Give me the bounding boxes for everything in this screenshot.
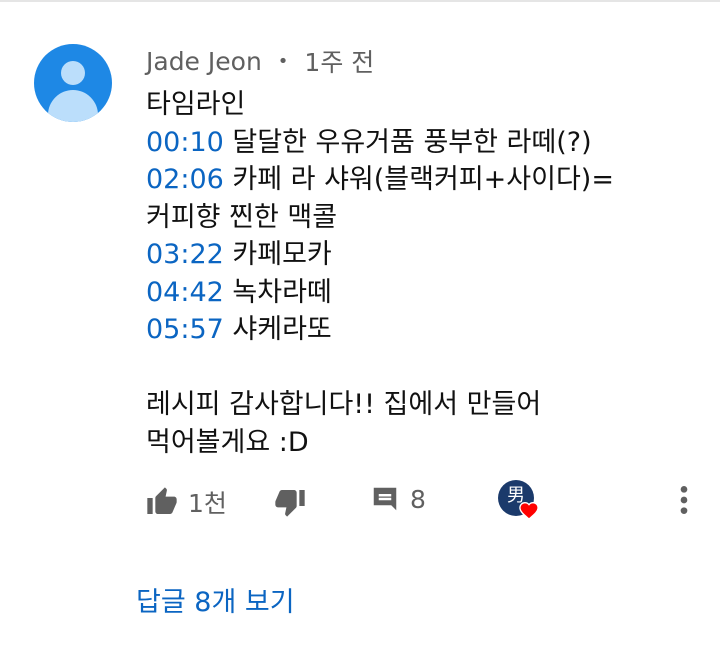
- dislike-button[interactable]: [274, 486, 306, 518]
- comment-header: Jade Jeon • 1주 전: [146, 44, 374, 78]
- author-name[interactable]: Jade Jeon: [146, 47, 262, 76]
- like-count: 1천: [188, 489, 227, 518]
- more-vert-icon: [680, 486, 688, 514]
- timestamp-link[interactable]: 05:57: [146, 314, 224, 345]
- avatar[interactable]: [34, 44, 112, 122]
- creator-heart: 男: [498, 480, 542, 520]
- timestamp-link[interactable]: 03:22: [146, 239, 224, 270]
- comment-line: 커피향 찐한 맥콜: [146, 201, 338, 233]
- comment-actions: 1천 8 男: [146, 480, 706, 520]
- thumbs-down-icon: [275, 490, 305, 517]
- comment-thread: Jade Jeon • 1주 전 타임라인 00:10 달달한 우유거품 풍부한…: [0, 0, 720, 646]
- more-options-button[interactable]: [676, 484, 692, 520]
- comment-time: 1주 전: [304, 48, 375, 77]
- reply-button[interactable]: 8: [370, 484, 426, 514]
- creator-heart-icon: [519, 502, 539, 520]
- comment-line: 00:10 달달한 우유거품 풍부한 라떼(?): [146, 126, 592, 158]
- reply-count: 8: [410, 484, 426, 514]
- timestamp-link[interactable]: 00:10: [146, 127, 224, 158]
- view-replies-link[interactable]: 답글 8개 보기: [136, 580, 295, 619]
- comment-line: 02:06 카페 라 샤워(블랙커피+사이다)=: [146, 164, 614, 195]
- comment-line: 타임라인: [146, 89, 246, 120]
- comment-body: 타임라인 00:10 달달한 우유거품 풍부한 라떼(?) 02:06 카페 라…: [146, 86, 686, 461]
- comment-line: 먹어볼게요 :D: [146, 426, 309, 458]
- reply-icon: [373, 487, 397, 511]
- timestamp-link[interactable]: 02:06: [146, 164, 224, 195]
- comment-line: 04:42 녹차라떼: [146, 276, 332, 308]
- comment-line: 03:22 카페모카: [146, 239, 332, 270]
- avatar-placeholder-icon: [61, 61, 85, 85]
- like-button[interactable]: 1천: [146, 484, 227, 520]
- comment-line: 05:57 샤케라또: [146, 314, 332, 345]
- thumbs-up-icon: [147, 487, 177, 514]
- timestamp-link[interactable]: 04:42: [146, 277, 224, 308]
- separator-dot: •: [277, 50, 289, 72]
- comment-line: 레시피 감사합니다!! 집에서 만들어: [146, 389, 542, 420]
